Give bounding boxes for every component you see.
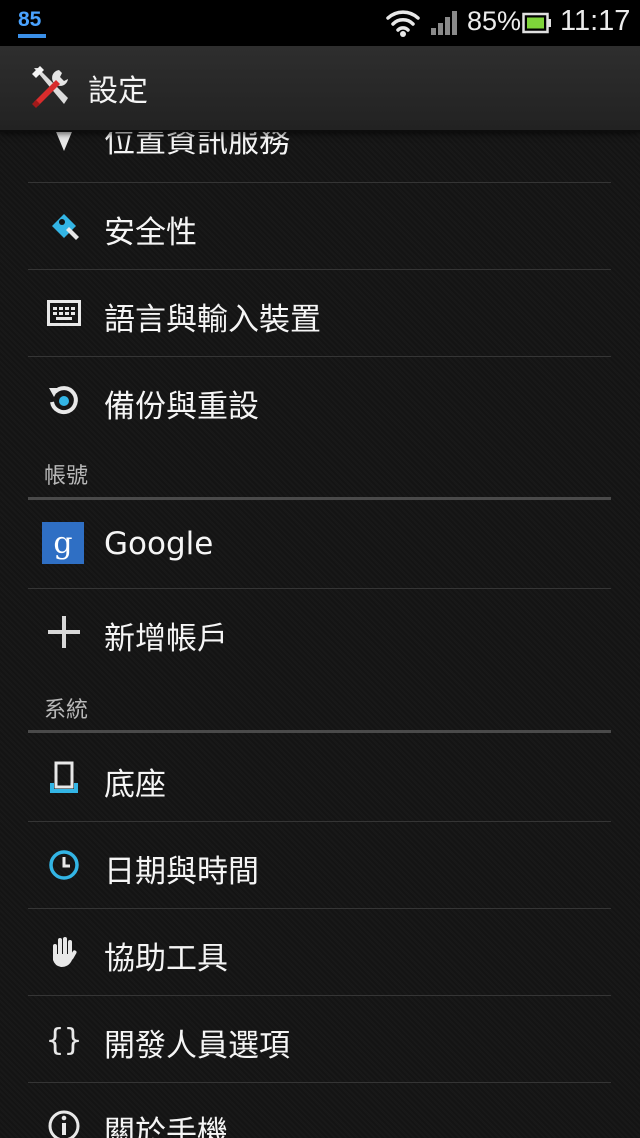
google-icon: g	[42, 522, 84, 564]
plus-icon	[40, 608, 88, 656]
action-bar: 設定	[0, 46, 640, 132]
section-divider	[28, 497, 611, 500]
settings-item-backup[interactable]: 備份與重設	[0, 357, 640, 443]
settings-item-accessibility[interactable]: 協助工具	[0, 909, 640, 995]
settings-item-label: 日期與時間	[104, 854, 259, 890]
hand-icon	[40, 928, 88, 976]
notification-underline	[18, 34, 46, 38]
section-divider	[28, 730, 611, 733]
key-icon	[40, 202, 88, 250]
settings-item-security[interactable]: 安全性	[0, 183, 640, 269]
signal-icon	[431, 11, 457, 35]
clock-icon	[40, 841, 88, 889]
settings-list: 位置資訊服務 安全性 語言與輸入裝置 備份與重設 帳號 g Google 新增帳…	[0, 130, 640, 1138]
clock: 11:17	[560, 5, 631, 37]
settings-item-google[interactable]: g Google	[0, 502, 640, 588]
notification-count: 85	[18, 8, 42, 31]
svg-text:g: g	[53, 526, 72, 561]
settings-item-label: 底座	[104, 767, 166, 803]
keyboard-icon	[40, 289, 88, 337]
status-bar: 85 85% 11:17	[0, 0, 640, 46]
settings-item-label: 語言與輸入裝置	[104, 302, 321, 338]
info-icon	[40, 1102, 88, 1138]
settings-item-label: Google	[104, 526, 214, 562]
settings-item-location[interactable]: 位置資訊服務	[0, 130, 640, 182]
settings-item-language[interactable]: 語言與輸入裝置	[0, 270, 640, 356]
settings-item-dock[interactable]: 底座	[0, 735, 640, 821]
settings-item-label: 協助工具	[104, 941, 228, 977]
settings-item-label: 安全性	[104, 215, 197, 251]
braces-icon: {}	[40, 1015, 88, 1063]
settings-item-add-account[interactable]: 新增帳戶	[0, 589, 640, 675]
settings-tools-icon[interactable]	[26, 64, 74, 112]
settings-item-label: 新增帳戶	[104, 621, 228, 657]
page-title: 設定	[88, 74, 148, 109]
battery-icon	[522, 12, 551, 34]
section-header-system: 系統	[44, 698, 89, 723]
backup-restore-icon	[40, 376, 88, 424]
settings-item-developer[interactable]: {} 開發人員選項	[0, 996, 640, 1082]
settings-item-label: 開發人員選項	[104, 1028, 290, 1064]
section-header-accounts: 帳號	[44, 464, 89, 489]
battery-percent: 85%	[467, 6, 522, 36]
dock-icon	[40, 754, 88, 802]
settings-item-label: 備份與重設	[104, 389, 259, 425]
location-icon	[40, 130, 88, 160]
settings-item-label: 關於手機	[104, 1115, 228, 1138]
settings-item-datetime[interactable]: 日期與時間	[0, 822, 640, 908]
settings-item-label: 位置資訊服務	[104, 130, 290, 160]
settings-item-about[interactable]: 關於手機	[0, 1083, 640, 1138]
wifi-icon	[386, 10, 420, 37]
svg-text:{}: {}	[46, 1023, 82, 1057]
